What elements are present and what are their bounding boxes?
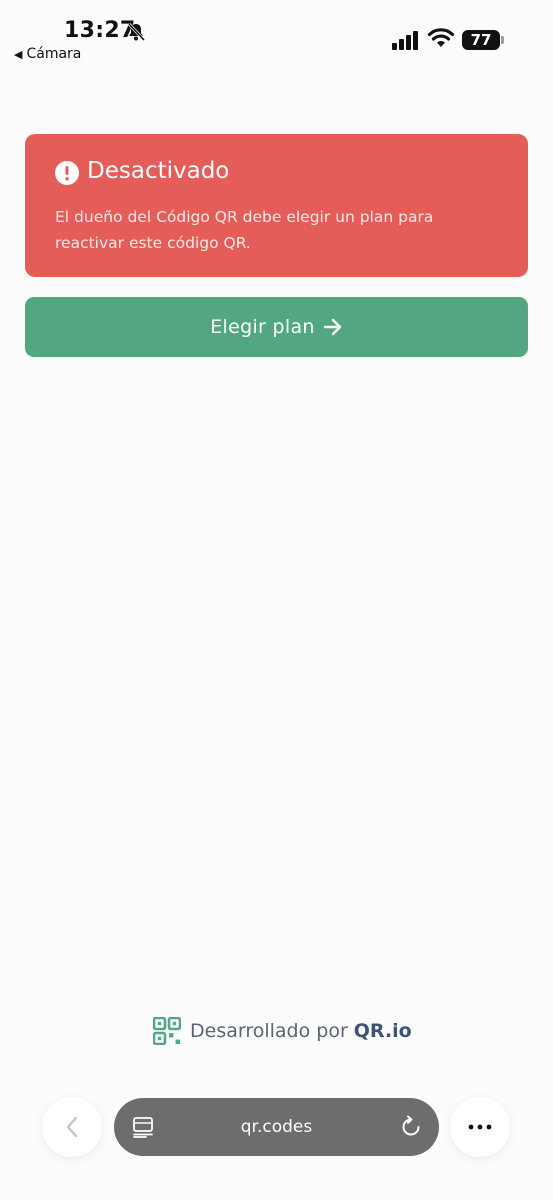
qr-logo-icon [153, 1017, 181, 1045]
bell-slash-icon [127, 22, 146, 42]
battery-cap [501, 36, 504, 44]
signal-icon [392, 31, 418, 50]
screen: 13:27 ◀ Cámara 77 Desactivado El dueño d… [0, 0, 553, 1200]
back-app-label: Cámara [26, 46, 82, 62]
chevron-left-icon [66, 1116, 78, 1138]
powered-by-text: Desarrollado por [190, 1020, 348, 1042]
address-bar[interactable]: qr.codes [114, 1098, 439, 1156]
powered-by[interactable]: Desarrollado por QR.io [153, 1016, 412, 1046]
more-icon [468, 1124, 492, 1130]
alert-message: El dueño del Código QR debe elegir un pl… [55, 208, 434, 252]
wifi-icon [427, 28, 455, 47]
browser-back-button[interactable] [42, 1097, 102, 1157]
status-time: 13:27 [64, 18, 136, 43]
status-bar: 13:27 ◀ Cámara 77 [0, 0, 553, 70]
arrow-right-icon [323, 318, 341, 336]
exclamation-circle-icon [55, 161, 79, 185]
back-triangle-icon: ◀ [14, 48, 23, 61]
more-button[interactable] [450, 1097, 510, 1157]
back-to-app-link[interactable]: ◀ Cámara [14, 46, 81, 62]
reload-icon[interactable] [399, 1115, 423, 1139]
battery-level: 77 [462, 30, 500, 50]
brand-link[interactable]: QR.io [354, 1020, 412, 1042]
alert-title: Desactivado [87, 158, 230, 184]
battery-icon: 77 [462, 30, 504, 50]
choose-plan-label: Elegir plan [210, 316, 315, 338]
choose-plan-button[interactable]: Elegir plan [25, 297, 528, 357]
url-text: qr.codes [240, 1117, 313, 1137]
reader-icon[interactable] [132, 1116, 154, 1138]
deactivated-alert: Desactivado El dueño del Código QR debe … [25, 134, 528, 277]
